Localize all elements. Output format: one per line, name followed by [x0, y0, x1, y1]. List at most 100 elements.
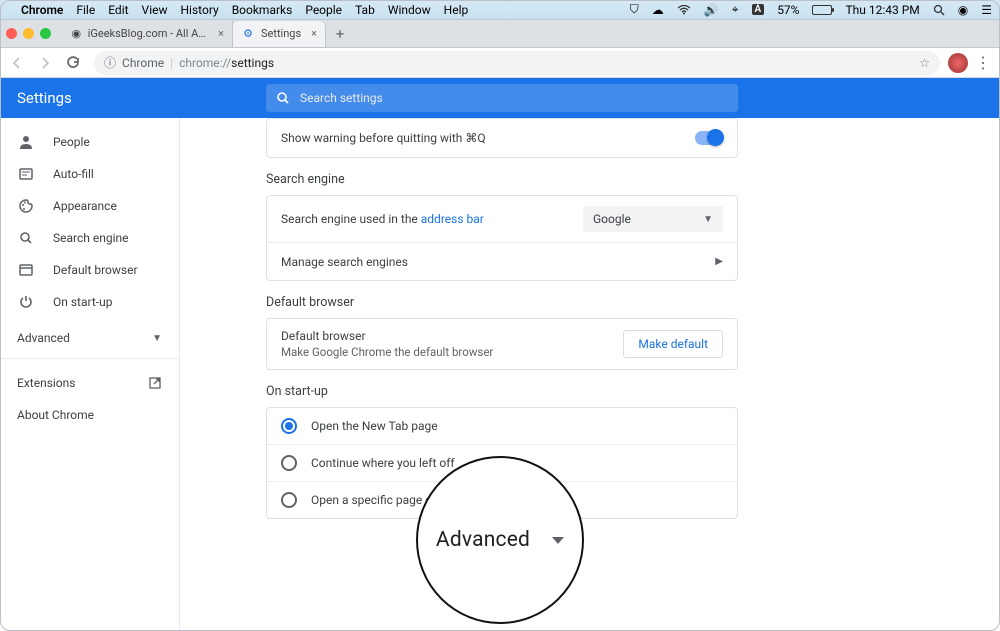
menu-tab[interactable]: Tab: [355, 3, 375, 17]
tab-title: Settings: [261, 27, 301, 40]
siri-icon[interactable]: ◉: [958, 3, 968, 17]
search-engine-selected: Google: [593, 212, 631, 226]
close-window-button[interactable]: [6, 28, 17, 39]
search-engine-row-text: Search engine used in the address bar: [281, 212, 484, 226]
advanced-lens-overlay: Advanced: [416, 456, 584, 624]
sidebar-item-default-browser[interactable]: Default browser: [0, 254, 179, 286]
omnibox-url-path: settings: [231, 56, 274, 70]
warn-quit-label: Show warning before quitting with ⌘Q: [281, 131, 486, 145]
startup-option-label: Continue where you left off: [311, 456, 455, 470]
volume-icon[interactable]: 🔊: [704, 3, 719, 17]
settings-sidebar: People Auto-fill Appearance Search engin…: [0, 118, 180, 631]
tab-strip: ◉ iGeeksBlog.com - All About iPho × ⚙ Se…: [0, 20, 1000, 48]
menu-view[interactable]: View: [142, 3, 168, 17]
omnibox-host: Chrome: [122, 56, 164, 70]
clock[interactable]: Thu 12:43 PM: [845, 3, 919, 17]
tab-igeeksblog[interactable]: ◉ iGeeksBlog.com - All About iPho ×: [63, 21, 233, 47]
menu-window[interactable]: Window: [388, 3, 431, 17]
section-startup-title: On start-up: [266, 384, 1000, 399]
menu-edit[interactable]: Edit: [108, 3, 128, 17]
default-browser-heading: Default browser: [281, 329, 493, 343]
settings-header: Settings Search settings: [0, 78, 1000, 118]
menu-history[interactable]: History: [181, 3, 219, 17]
sidebar-extensions[interactable]: Extensions: [0, 367, 179, 399]
sidebar-advanced-label: Advanced: [17, 331, 70, 345]
omnibox-url-proto: chrome://: [179, 56, 231, 70]
close-tab-icon[interactable]: ×: [218, 27, 224, 40]
tab-settings[interactable]: ⚙ Settings ×: [233, 21, 326, 47]
chevron-down-icon: [552, 537, 564, 544]
menu-bookmarks[interactable]: Bookmarks: [232, 3, 293, 17]
wifi-icon[interactable]: [677, 5, 691, 15]
menu-file[interactable]: File: [76, 3, 95, 17]
autofill-icon: [17, 166, 35, 182]
battery-icon[interactable]: [812, 5, 832, 15]
chevron-down-icon: ▼: [703, 214, 713, 225]
sidebar-label: Auto-fill: [53, 167, 94, 181]
address-bar-link[interactable]: address bar: [421, 212, 484, 226]
zoom-window-button[interactable]: [40, 28, 51, 39]
settings-app-title: Settings: [0, 89, 266, 107]
close-tab-icon[interactable]: ×: [311, 27, 317, 40]
person-icon: [17, 134, 35, 150]
back-button[interactable]: [4, 50, 30, 76]
omnibox[interactable]: ⓘ Chrome | chrome://settings ☆: [94, 51, 940, 75]
reload-button[interactable]: [60, 50, 86, 76]
new-tab-button[interactable]: +: [328, 22, 352, 46]
minimize-window-button[interactable]: [23, 28, 34, 39]
sidebar-about-chrome[interactable]: About Chrome: [0, 399, 179, 431]
notification-center-icon[interactable]: ☰: [981, 3, 992, 17]
search-engine-select[interactable]: Google ▼: [583, 206, 723, 232]
chevron-down-icon: ▼: [152, 333, 162, 344]
spotlight-icon[interactable]: [933, 4, 945, 16]
warn-quit-toggle[interactable]: [695, 131, 723, 145]
advanced-lens-label[interactable]: Advanced: [436, 528, 530, 552]
appearance-icon: [17, 198, 35, 214]
radio-icon: [281, 492, 297, 508]
menu-people[interactable]: People: [305, 3, 342, 17]
input-source-icon[interactable]: A: [752, 4, 765, 15]
forward-button[interactable]: [32, 50, 58, 76]
default-browser-card: Default browser Make Google Chrome the d…: [266, 318, 738, 370]
sidebar-item-people[interactable]: People: [0, 126, 179, 158]
settings-favicon-icon: ⚙: [241, 27, 255, 41]
startup-option-newtab[interactable]: Open the New Tab page: [267, 408, 737, 444]
sidebar-about-label: About Chrome: [17, 408, 94, 422]
settings-main: Show warning before quitting with ⌘Q Sea…: [180, 118, 1000, 631]
menu-app[interactable]: Chrome: [21, 3, 63, 17]
macos-menubar: Chrome File Edit View History Bookmarks …: [0, 0, 1000, 20]
chrome-menu-button[interactable]: ⋮: [970, 50, 996, 76]
settings-search[interactable]: Search settings: [266, 84, 738, 112]
external-link-icon: [148, 376, 162, 390]
bluetooth-icon[interactable]: ⌖: [732, 2, 739, 17]
menu-help[interactable]: Help: [444, 3, 469, 17]
sidebar-label: On start-up: [53, 295, 112, 309]
warn-quit-card: Show warning before quitting with ⌘Q: [266, 118, 738, 158]
browser-toolbar: ⓘ Chrome | chrome://settings ☆ ⋮: [0, 48, 1000, 78]
manage-search-engines-label: Manage search engines: [281, 255, 408, 269]
browser-icon: [17, 262, 35, 278]
section-default-browser-title: Default browser: [266, 295, 1000, 310]
make-default-button[interactable]: Make default: [623, 330, 723, 358]
manage-search-engines-row[interactable]: Manage search engines ▶: [267, 242, 737, 280]
cloud-icon[interactable]: ☁: [652, 3, 664, 17]
sidebar-item-appearance[interactable]: Appearance: [0, 190, 179, 222]
site-info-icon[interactable]: ⓘ: [104, 54, 116, 71]
sidebar-item-search-engine[interactable]: Search engine: [0, 222, 179, 254]
sidebar-advanced[interactable]: Advanced ▼: [0, 322, 179, 354]
favicon-icon: ◉: [71, 27, 82, 41]
sidebar-extensions-label: Extensions: [17, 376, 75, 390]
shield-icon[interactable]: ⛉: [630, 2, 639, 17]
sidebar-label: Default browser: [53, 263, 138, 277]
profile-avatar[interactable]: [948, 53, 968, 73]
search-placeholder: Search settings: [300, 91, 383, 105]
search-engine-card: Search engine used in the address bar Go…: [266, 195, 738, 281]
sidebar-label: People: [53, 135, 90, 149]
radio-icon: [281, 418, 297, 434]
sidebar-label: Appearance: [53, 199, 117, 213]
sidebar-item-on-startup[interactable]: On start-up: [0, 286, 179, 318]
sidebar-item-autofill[interactable]: Auto-fill: [0, 158, 179, 190]
chevron-right-icon: ▶: [715, 256, 723, 267]
bookmark-star-icon[interactable]: ☆: [919, 56, 930, 70]
radio-icon: [281, 455, 297, 471]
